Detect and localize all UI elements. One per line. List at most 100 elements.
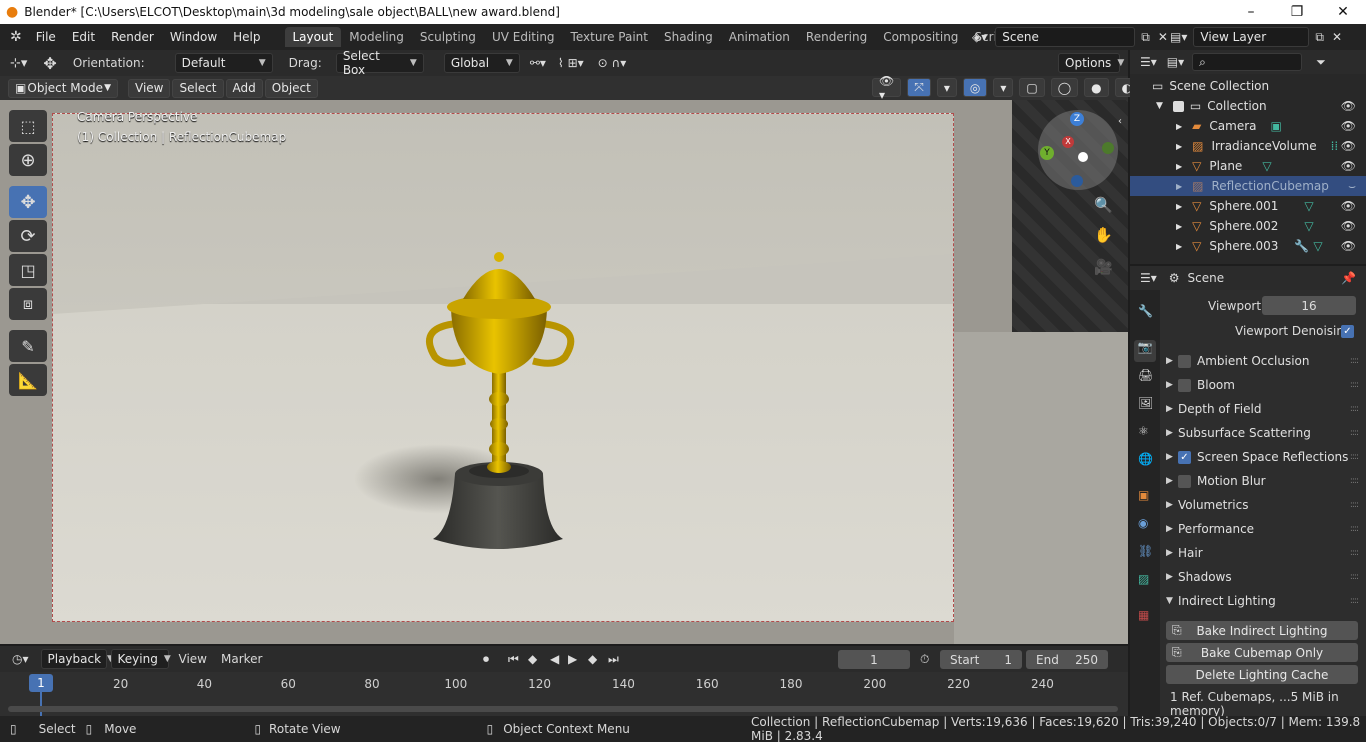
tab-compositing[interactable]: Compositing bbox=[875, 27, 966, 47]
next-keyframe-icon[interactable]: ◆ bbox=[588, 652, 597, 666]
bake-cubemap-only-button[interactable]: ⎘ Bake Cubemap Only bbox=[1166, 643, 1358, 662]
screen-space-reflections-checkbox[interactable]: ✓ bbox=[1178, 450, 1191, 464]
outliner-editor-icon[interactable]: ☰▾ bbox=[1140, 55, 1157, 69]
shading-wireframe-icon[interactable]: ◯ bbox=[1050, 78, 1079, 97]
zoom-icon[interactable]: 🔍 bbox=[1094, 196, 1113, 214]
new-scene-icon[interactable]: ⧉ bbox=[1141, 30, 1150, 45]
start-frame-field[interactable]: Start 1 bbox=[940, 650, 1022, 669]
gizmo-neg-y[interactable] bbox=[1102, 142, 1114, 154]
menu-file[interactable]: File bbox=[28, 30, 64, 44]
eye-icon[interactable]: 👁 bbox=[1341, 139, 1356, 153]
move-tool[interactable]: ✥ bbox=[9, 186, 47, 218]
outliner-item-camera[interactable]: ▶ ▰ Camera ▣ 👁 bbox=[1130, 116, 1366, 136]
play-reverse-icon[interactable]: ◀ bbox=[550, 652, 559, 666]
sidebar-toggle-icon[interactable]: ‹ bbox=[1118, 116, 1122, 127]
tab-rendering[interactable]: Rendering bbox=[798, 27, 875, 47]
tab-animation[interactable]: Animation bbox=[721, 27, 798, 47]
display-mode-icon[interactable]: ▤▾ bbox=[1167, 55, 1184, 69]
scene-field[interactable]: Scene bbox=[995, 27, 1136, 47]
pan-hand-icon[interactable]: ✋ bbox=[1094, 226, 1113, 244]
outliner-collection[interactable]: ▼ ▭ Collection 👁 bbox=[1130, 96, 1366, 116]
gizmo-neg-z[interactable] bbox=[1071, 175, 1083, 187]
timeline-scrollbar[interactable] bbox=[8, 706, 1118, 712]
eye-icon[interactable]: 👁 bbox=[1341, 159, 1356, 173]
drag-handle-icon[interactable]: :::: bbox=[1350, 380, 1359, 390]
object-menu[interactable]: Object bbox=[264, 78, 318, 98]
eye-icon[interactable]: 👁 bbox=[1341, 219, 1356, 233]
panel-bloom[interactable]: ▶ Bloom :::: bbox=[1162, 374, 1362, 396]
proportional-edit-icon[interactable]: ⊙ ∩▾ bbox=[598, 56, 627, 70]
panel-motion-blur[interactable]: ▶ Motion Blur :::: bbox=[1162, 470, 1362, 492]
jump-start-icon[interactable]: ⏮ bbox=[508, 652, 519, 667]
playback-menu[interactable]: Playback▼ bbox=[40, 649, 114, 669]
move-tool-icon[interactable]: ✥ bbox=[43, 54, 56, 73]
menu-render[interactable]: Render bbox=[103, 30, 162, 44]
tab-render-icon[interactable]: 📷 bbox=[1134, 340, 1156, 362]
drag-handle-icon[interactable]: :::: bbox=[1350, 500, 1359, 510]
drag-handle-icon[interactable]: :::: bbox=[1350, 596, 1359, 606]
drag-dropdown[interactable]: Select Box ▼ bbox=[335, 49, 424, 77]
new-view-layer-icon[interactable]: ⧉ bbox=[1315, 30, 1324, 45]
timeline-editor-icon[interactable]: ◷▾ bbox=[12, 652, 29, 666]
expand-icon[interactable]: ▶ bbox=[1166, 452, 1178, 462]
tab-shading[interactable]: Shading bbox=[656, 27, 721, 47]
drag-handle-icon[interactable]: :::: bbox=[1350, 548, 1359, 558]
bloom-checkbox[interactable] bbox=[1178, 378, 1191, 392]
drag-handle-icon[interactable]: :::: bbox=[1350, 452, 1359, 462]
menu-edit[interactable]: Edit bbox=[64, 30, 103, 44]
prev-keyframe-icon[interactable]: ◆ bbox=[528, 652, 537, 666]
motion-blur-checkbox[interactable] bbox=[1178, 474, 1191, 488]
keying-menu[interactable]: Keying ▼ bbox=[110, 649, 171, 669]
outliner-scene-collection[interactable]: ▭ Scene Collection bbox=[1130, 76, 1366, 96]
properties-editor-icon[interactable]: ☰▾ bbox=[1140, 271, 1157, 285]
outliner-item-reflectioncubemap[interactable]: ▶ ▨ ReflectionCubemap ⌣ bbox=[1130, 176, 1366, 196]
panel-subsurface-scattering[interactable]: ▶ Subsurface Scattering :::: bbox=[1162, 422, 1362, 444]
tab-uv-editing[interactable]: UV Editing bbox=[484, 27, 563, 47]
gizmo-options-icon[interactable]: ▾ bbox=[936, 78, 957, 97]
drag-handle-icon[interactable]: :::: bbox=[1350, 428, 1359, 438]
tab-world-icon[interactable]: 🌐 bbox=[1138, 452, 1153, 466]
outliner-item-sphere-002[interactable]: ▶ ▽ Sphere.002 ▽ 👁 bbox=[1130, 216, 1366, 236]
delete-view-layer-icon[interactable]: ✕ bbox=[1332, 30, 1342, 44]
shading-solid-icon[interactable]: ● bbox=[1084, 78, 1109, 97]
menu-window[interactable]: Window bbox=[162, 30, 225, 44]
panel-volumetrics[interactable]: ▶ Volumetrics :::: bbox=[1162, 494, 1362, 516]
tab-view-layer-icon[interactable]: 🖼 bbox=[1138, 396, 1153, 410]
expand-icon[interactable]: ▶ bbox=[1166, 524, 1178, 534]
drag-handle-icon[interactable]: :::: bbox=[1350, 356, 1359, 366]
tab-scene-icon[interactable]: ⚛ bbox=[1138, 424, 1149, 438]
current-frame-field[interactable]: 1 bbox=[838, 650, 910, 669]
camera-view-icon[interactable]: 🎥 bbox=[1094, 258, 1113, 276]
trophy-model[interactable] bbox=[403, 249, 603, 559]
snap-icon[interactable]: ⌇ ⊞▾ bbox=[558, 56, 584, 70]
add-menu[interactable]: Add bbox=[225, 78, 263, 98]
blender-menu-icon[interactable]: ✲ bbox=[10, 29, 22, 45]
outliner-item-irradiancevolume[interactable]: ▶ ▨ IrradianceVolume ⁞⁞ 👁 bbox=[1130, 136, 1366, 156]
bake-indirect-lighting-button[interactable]: ⎘ Bake Indirect Lighting bbox=[1166, 621, 1358, 640]
maximize-button[interactable]: ❐ bbox=[1274, 0, 1320, 24]
timeline-view-menu[interactable]: View bbox=[179, 652, 207, 666]
tab-sculpting[interactable]: Sculpting bbox=[412, 27, 484, 47]
panel-screen-space-reflections[interactable]: ▶ ✓ Screen Space Reflections :::: bbox=[1162, 446, 1362, 468]
view-menu[interactable]: View bbox=[128, 78, 171, 98]
expand-icon[interactable]: ▶ bbox=[1166, 404, 1178, 414]
transform-tool[interactable]: ⧈ bbox=[9, 288, 47, 320]
select-box-tool[interactable]: ⬚ bbox=[9, 110, 47, 142]
expand-icon[interactable]: ▶ bbox=[1166, 428, 1178, 438]
panel-indirect-lighting[interactable]: ▼ Indirect Lighting :::: bbox=[1162, 590, 1362, 612]
overlay-toggle-icon[interactable]: ◎ bbox=[962, 78, 988, 97]
scene-icon[interactable]: ◈▾ bbox=[972, 30, 987, 44]
eye-icon[interactable]: 👁 bbox=[1341, 199, 1356, 213]
expand-icon[interactable]: ▶ bbox=[1166, 572, 1178, 582]
viewport-denoising-checkbox[interactable]: ✓ bbox=[1341, 324, 1354, 338]
play-icon[interactable]: ▶ bbox=[568, 652, 577, 666]
drag-handle-icon[interactable]: :::: bbox=[1350, 476, 1359, 486]
playhead[interactable]: 1 bbox=[29, 674, 53, 692]
delete-scene-icon[interactable]: ✕ bbox=[1158, 30, 1168, 44]
tab-object-icon[interactable]: ▣ bbox=[1138, 488, 1149, 502]
editor-type-icon[interactable]: ⊹▾ bbox=[10, 56, 27, 71]
minimize-button[interactable]: – bbox=[1228, 0, 1274, 24]
tab-tool-icon[interactable]: 🔧 bbox=[1138, 304, 1153, 318]
panel-shadows[interactable]: ▶ Shadows :::: bbox=[1162, 566, 1362, 588]
viewport-denoising-row[interactable]: Viewport Denoising ✓ bbox=[1162, 321, 1362, 341]
